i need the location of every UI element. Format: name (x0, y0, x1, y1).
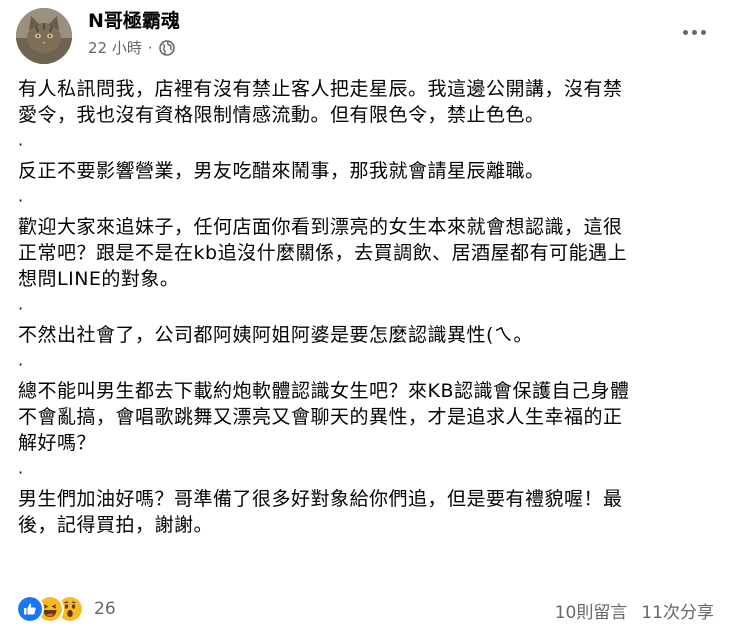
reaction-count[interactable]: 26 (94, 599, 116, 619)
post-line: 歡迎大家來追妹子，任何店面你看到漂亮的女生本來就會想認識，這很 (18, 216, 623, 238)
cat-avatar-image (16, 8, 72, 64)
meta-separator: · (147, 39, 153, 57)
avatar[interactable] (16, 8, 72, 64)
comments-count-link[interactable]: 10則留言 (555, 598, 628, 623)
post-line: 男生們加油好嗎？哥準備了很多好對象給你們追，但是要有禮貌喔！最 (18, 488, 623, 510)
post-line: 總不能叫男生都去下載約炮軟體認識女生吧？來KB認識會保護自己身體 (18, 380, 630, 402)
reactions-summary[interactable]: 26 (16, 595, 116, 623)
post-line: 正常吧？跟是不是在kb追沒什麼關係，去買調飲、居酒屋都有可能遇上 (18, 242, 628, 264)
post-footer: 26 10則留言 11次分享 (0, 590, 732, 630)
more-dot (691, 29, 697, 35)
post-separator: · (18, 463, 24, 482)
post-line: 想問LINE的對象。 (18, 268, 180, 290)
post-line: 有人私訊問我，店裡有沒有禁止客人把走星辰。我這邊公開講，沒有禁 (18, 78, 623, 100)
post-time[interactable]: 22 小時 (88, 38, 142, 58)
shares-count-link[interactable]: 11次分享 (641, 598, 714, 623)
more-options-button[interactable] (676, 20, 712, 44)
engagement-stats: 10則留言 11次分享 (555, 598, 714, 623)
post-separator: · (18, 299, 24, 318)
post-line: 後，記得買拍，謝謝。 (18, 514, 214, 536)
post-separator: · (18, 191, 24, 210)
more-dot (682, 29, 688, 35)
post-line: 不然出社會了，公司都阿姨阿姐阿婆是要怎麼認識異性(ㄟ。 (18, 324, 533, 346)
post-separator: · (18, 355, 24, 374)
post-body: 有人私訊問我，店裡有沒有禁止客人把走星辰。我這邊公開講，沒有禁 愛令，我也沒有資… (18, 76, 718, 538)
post-line: 不會亂搞，會唱歌跳舞又漂亮又會聊天的異性，才是追求人生幸福的正 (18, 406, 623, 428)
post-line: 反正不要影響營業，男友吃醋來鬧事，那我就會請星辰離職。 (18, 160, 545, 182)
like-icon (16, 595, 44, 623)
post-header: N哥極霸魂 22 小時 · (0, 0, 732, 70)
post-separator: · (18, 135, 24, 154)
more-dot (700, 29, 706, 35)
post-line: 解好嗎？ (18, 432, 97, 454)
post-meta: 22 小時 · (88, 38, 175, 58)
author-name[interactable]: N哥極霸魂 (88, 9, 180, 33)
post-line: 愛令，我也沒有資格限制情感流動。但有限色令，禁止色色。 (18, 104, 545, 126)
globe-icon[interactable] (158, 40, 175, 56)
